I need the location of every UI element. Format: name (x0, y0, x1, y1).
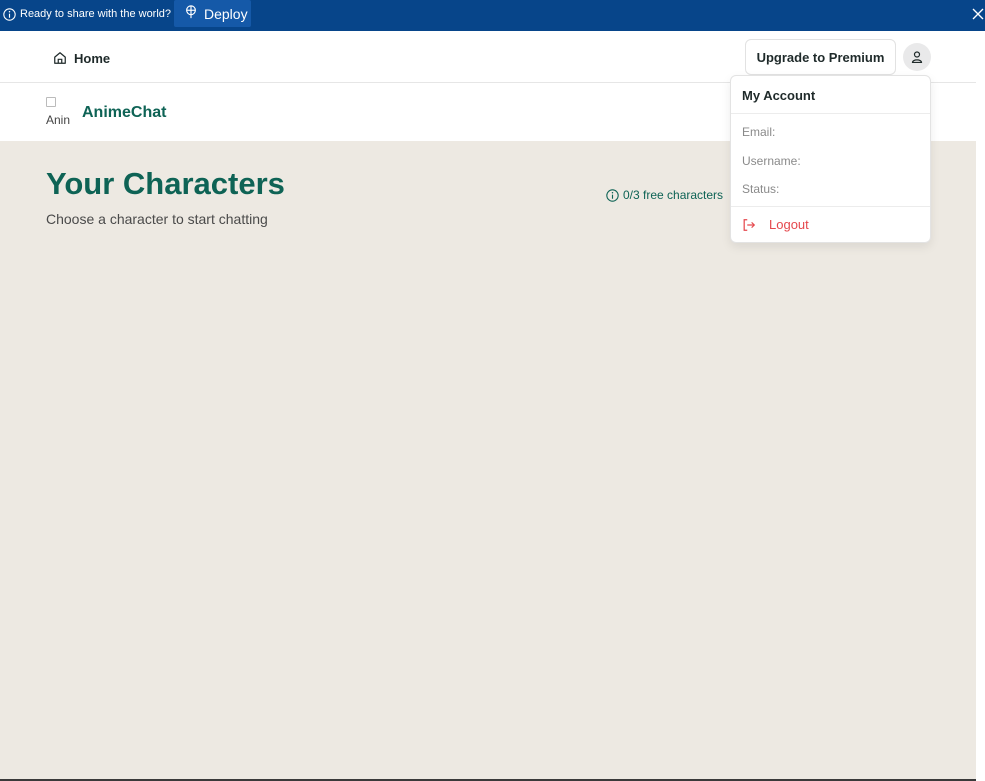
upgrade-to-premium-button[interactable]: Upgrade to Premium (745, 39, 896, 75)
page-title: Your Characters (46, 166, 285, 201)
email-item: Email: (742, 125, 776, 139)
username-item: Username: (742, 154, 801, 168)
logout-menu-item[interactable]: Logout (742, 217, 809, 232)
user-menu-button[interactable] (903, 43, 931, 71)
info-icon (606, 188, 619, 202)
logo-alt-text: Anin (46, 113, 71, 127)
logout-label: Logout (769, 217, 809, 232)
broken-image-icon (46, 97, 56, 107)
free-characters-quota: 0/3 free characters (606, 188, 723, 202)
page-subtitle: Choose a character to start chatting (46, 211, 268, 227)
home-icon (54, 52, 66, 64)
deploy-icon (186, 5, 196, 19)
user-icon (911, 51, 923, 63)
deploy-label: Deploy (204, 6, 248, 22)
logout-icon (743, 218, 756, 231)
deploy-banner: Ready to share with the world? Deploy (0, 0, 985, 31)
deploy-button[interactable]: Deploy (174, 0, 251, 27)
my-account-heading: My Account (742, 88, 816, 103)
menu-divider (731, 113, 930, 114)
home-link[interactable]: Home (53, 49, 110, 67)
brand-name[interactable]: AnimeChat (82, 104, 166, 122)
quota-text: 0/3 free characters (623, 188, 724, 202)
ready-to-share-text: Ready to share with the world? (20, 8, 172, 20)
status-item: Status: (742, 182, 780, 196)
scrollbar[interactable] (976, 31, 985, 781)
close-icon[interactable] (972, 8, 984, 20)
menu-divider (731, 206, 930, 207)
home-label: Home (74, 50, 111, 66)
logo-image[interactable]: Anin (46, 97, 76, 127)
account-dropdown-menu: My Account Email: Username: Status: Logo… (730, 75, 931, 243)
info-icon (3, 8, 16, 21)
